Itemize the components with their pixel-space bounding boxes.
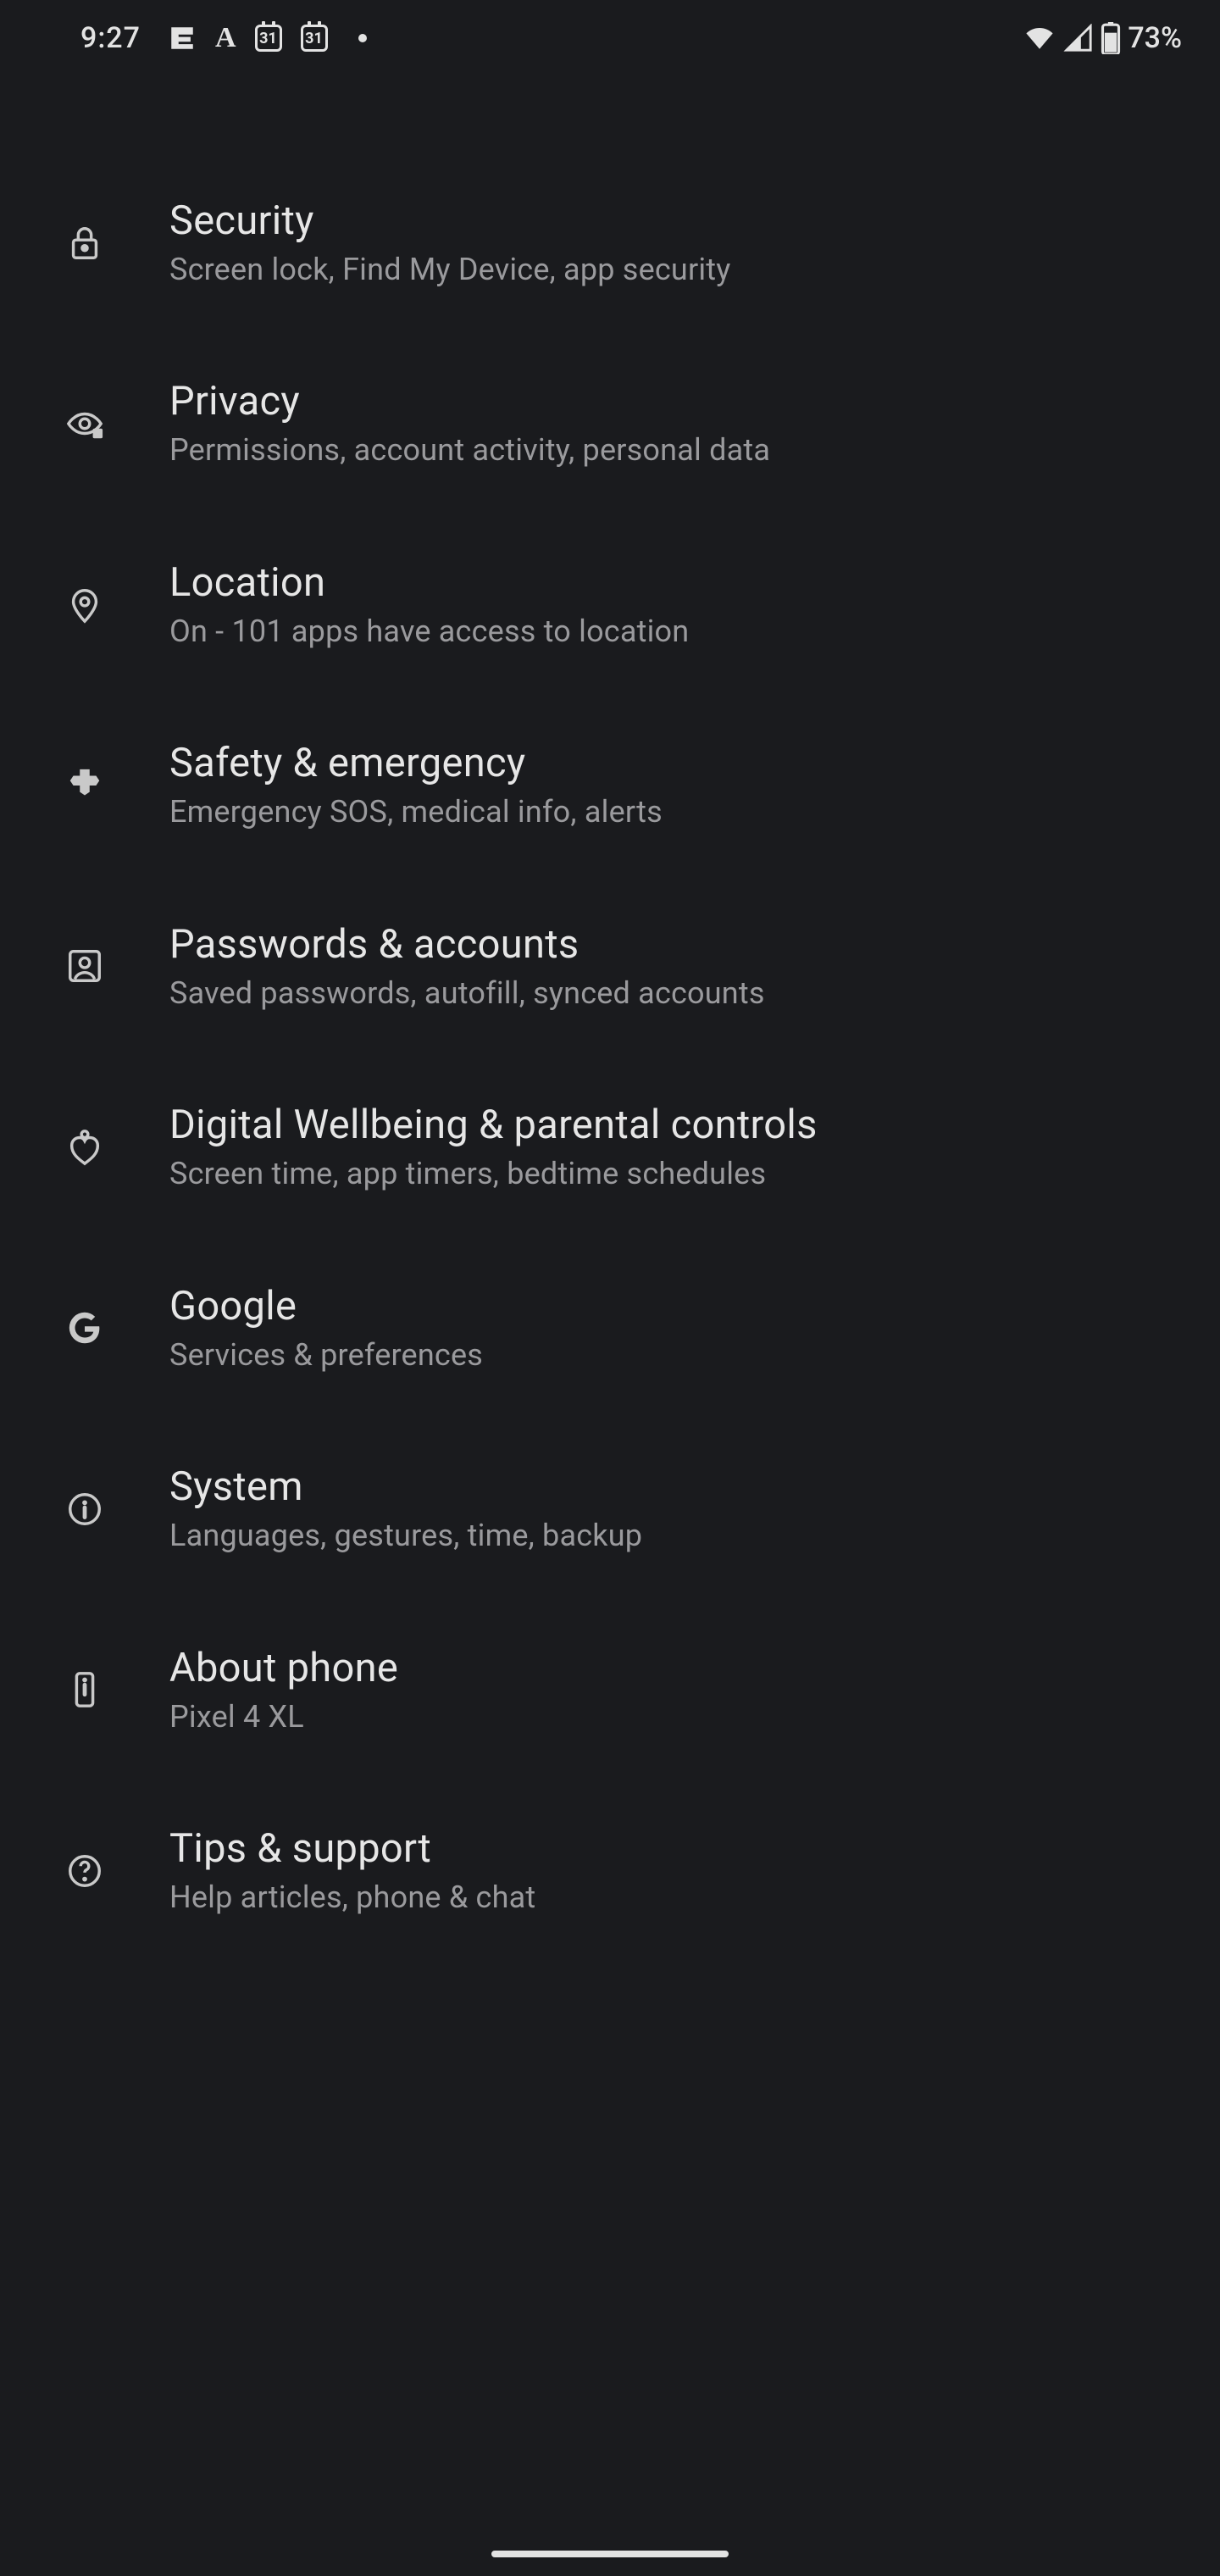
calendar-icon-1: 31 <box>255 25 282 52</box>
notification-dot-icon <box>358 34 367 42</box>
status-clock: 9:27 <box>80 21 141 55</box>
status-left: 9:27 A 31 31 <box>80 21 367 55</box>
app-e-icon <box>168 24 197 53</box>
google-icon <box>59 1302 110 1353</box>
settings-list: Security Screen lock, Find My Device, ap… <box>0 76 1220 1961</box>
setting-about-phone[interactable]: About phone Pixel 4 XL <box>0 1600 1220 1780</box>
status-bar: 9:27 A 31 31 73% <box>0 0 1220 76</box>
setting-title: Google <box>169 1284 483 1330</box>
setting-subtitle: Permissions, account activity, personal … <box>169 433 770 468</box>
setting-subtitle: Languages, gestures, time, backup <box>169 1518 642 1553</box>
setting-subtitle: Saved passwords, autofill, synced accoun… <box>169 976 765 1011</box>
status-right: 73% <box>1023 21 1182 55</box>
setting-title: Security <box>169 198 731 244</box>
setting-title: Privacy <box>169 379 770 425</box>
cell-signal-icon <box>1063 24 1094 53</box>
calendar-icon-2: 31 <box>301 25 328 52</box>
setting-title: Safety & emergency <box>169 741 663 786</box>
wellbeing-icon <box>59 1122 110 1173</box>
help-icon <box>59 1846 110 1896</box>
setting-digital-wellbeing[interactable]: Digital Wellbeing & parental controls Sc… <box>0 1057 1220 1237</box>
setting-subtitle: On - 101 apps have access to location <box>169 614 689 649</box>
setting-title: Passwords & accounts <box>169 922 765 968</box>
setting-title: System <box>169 1464 642 1510</box>
wifi-icon <box>1023 24 1056 53</box>
medical-icon <box>59 760 110 811</box>
setting-safety-emergency[interactable]: Safety & emergency Emergency SOS, medica… <box>0 695 1220 875</box>
setting-title: Tips & support <box>169 1826 535 1872</box>
setting-location[interactable]: Location On - 101 apps have access to lo… <box>0 514 1220 695</box>
phone-icon <box>59 1664 110 1715</box>
setting-title: About phone <box>169 1646 398 1691</box>
setting-title: Digital Wellbeing & parental controls <box>169 1102 818 1148</box>
setting-google[interactable]: Google Services & preferences <box>0 1238 1220 1418</box>
battery-percent: 73% <box>1128 21 1182 55</box>
info-icon <box>59 1484 110 1535</box>
setting-subtitle: Screen time, app timers, bedtime schedul… <box>169 1157 818 1191</box>
setting-subtitle: Screen lock, Find My Device, app securit… <box>169 253 731 287</box>
setting-subtitle: Pixel 4 XL <box>169 1700 398 1735</box>
setting-system[interactable]: System Languages, gestures, time, backup <box>0 1418 1220 1599</box>
account-icon <box>59 941 110 991</box>
privacy-icon <box>59 398 110 449</box>
setting-security[interactable]: Security Screen lock, Find My Device, ap… <box>0 153 1220 333</box>
battery-icon <box>1101 22 1121 54</box>
lock-icon <box>59 218 110 269</box>
setting-passwords-accounts[interactable]: Passwords & accounts Saved passwords, au… <box>0 876 1220 1057</box>
location-icon <box>59 580 110 630</box>
font-a-icon: A <box>215 22 236 54</box>
gesture-nav-bar[interactable] <box>491 2551 729 2557</box>
setting-subtitle: Emergency SOS, medical info, alerts <box>169 795 663 830</box>
setting-subtitle: Help articles, phone & chat <box>169 1880 535 1915</box>
setting-privacy[interactable]: Privacy Permissions, account activity, p… <box>0 333 1220 514</box>
setting-tips-support[interactable]: Tips & support Help articles, phone & ch… <box>0 1780 1220 1961</box>
setting-title: Location <box>169 560 689 606</box>
setting-subtitle: Services & preferences <box>169 1338 483 1373</box>
